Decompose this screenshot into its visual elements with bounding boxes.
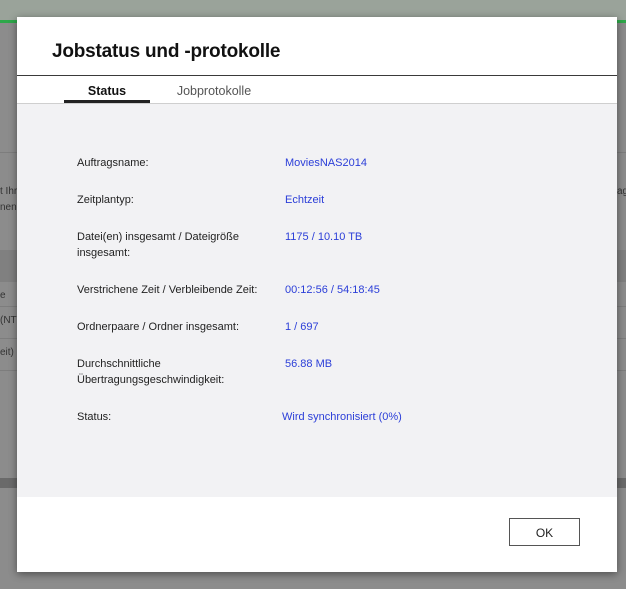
value-status: Wird synchronisiert (0%)	[282, 411, 402, 423]
background-text: t Ihr	[0, 186, 18, 197]
tab-jobprotokolle[interactable]: Jobprotokolle	[167, 76, 261, 103]
tab-bar: Status Jobprotokolle	[17, 76, 617, 103]
label-transfer-speed: Durchschnittliche Übertragungsgeschwindi…	[77, 358, 225, 386]
status-panel: Auftragsname: MoviesNAS2014 Zeitplantyp:…	[17, 104, 617, 497]
label-elapsed-time: Verstrichene Zeit / Verbleibende Zeit:	[77, 284, 258, 296]
value-transfer-speed: 56.88 MB	[285, 358, 333, 370]
label-status: Status:	[77, 411, 112, 423]
value-job-name: MoviesNAS2014	[285, 157, 367, 169]
label-job-name: Auftragsname:	[77, 157, 149, 169]
dialog-title: Jobstatus und -protokolle	[52, 41, 281, 62]
background-text: eit)	[0, 347, 14, 358]
tab-status[interactable]: Status	[64, 76, 150, 103]
background-text: e	[0, 290, 6, 301]
ok-button[interactable]: OK	[509, 518, 580, 546]
label-total-files: Datei(en) insgesamt / Dateigröße insgesa…	[77, 231, 240, 259]
value-folder-pairs: 1 / 697	[285, 321, 319, 333]
value-total-files: 1175 / 10.10 TB	[285, 231, 363, 243]
label-folder-pairs: Ordnerpaare / Ordner insgesamt:	[77, 321, 240, 333]
label-schedule-type: Zeitplantyp:	[77, 194, 134, 206]
value-elapsed-time: 00:12:56 / 54:18:45	[285, 284, 380, 296]
background-text: (NT	[0, 315, 17, 326]
background-text: ag	[617, 186, 626, 197]
job-status-dialog: Jobstatus und -protokolle Status Jobprot…	[17, 17, 617, 572]
background-text: nen	[0, 202, 17, 213]
value-schedule-type: Echtzeit	[285, 194, 325, 206]
